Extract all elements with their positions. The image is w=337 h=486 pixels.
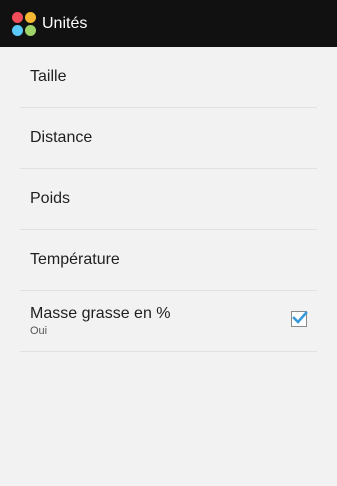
setting-item-distance[interactable]: Distance: [0, 108, 337, 168]
setting-label: Taille: [30, 68, 67, 85]
setting-label: Poids: [30, 190, 71, 207]
divider: [20, 351, 317, 352]
setting-item-taille[interactable]: Taille: [0, 47, 337, 107]
app-launcher-icon[interactable]: [12, 11, 36, 36]
setting-item-masse-grasse[interactable]: Masse grasse en % Oui: [0, 291, 337, 351]
setting-summary: Oui: [30, 325, 48, 337]
setting-item-temperature[interactable]: Température: [0, 230, 337, 290]
masse-grasse-checkbox[interactable]: [291, 311, 308, 327]
setting-label: Masse grasse en %: [30, 305, 171, 322]
checkmark-icon: [292, 311, 308, 324]
setting-label: Distance: [30, 129, 93, 146]
action-bar: Unités: [0, 0, 337, 47]
page-title: Unités: [42, 14, 88, 32]
setting-label: Température: [30, 251, 120, 268]
setting-item-poids[interactable]: Poids: [0, 169, 337, 229]
settings-list: Taille Distance Poids Température Masse …: [0, 47, 337, 352]
